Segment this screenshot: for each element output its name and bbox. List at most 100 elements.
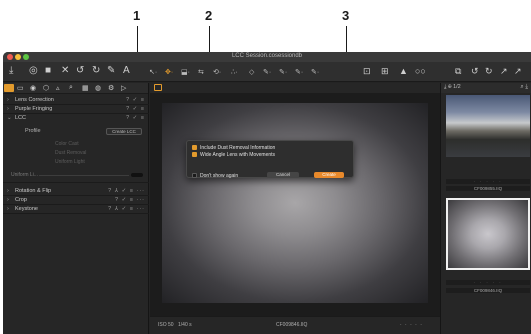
tool-lcc[interactable]: ⌄ LCC ? ✓ ≡ bbox=[3, 114, 149, 122]
cancel-button[interactable]: Cancel bbox=[267, 172, 299, 178]
tool-name: Lens Correction bbox=[15, 97, 54, 103]
thumbnail-lcc-selected[interactable] bbox=[446, 198, 530, 270]
tool-name: Keystone bbox=[15, 206, 38, 212]
include-dust-removal-checkbox[interactable]: Include Dust Removal Information bbox=[192, 145, 275, 151]
thumbnail-filename: CF009846.IIQ bbox=[446, 288, 530, 293]
copy-adjustments-icon[interactable]: ⧉ bbox=[455, 65, 461, 77]
shape-icon[interactable]: ◇ bbox=[249, 68, 254, 76]
tool-actions[interactable]: ? ⅄ ✓ ≡ ··· bbox=[108, 205, 145, 213]
proof-icon[interactable]: ○○ bbox=[415, 65, 426, 77]
callout-3-label: 3 bbox=[342, 8, 350, 23]
shutter-readout: 1/40 s bbox=[178, 322, 192, 328]
tool-tab-active[interactable] bbox=[4, 84, 14, 92]
tool-actions[interactable]: ? ✓ ≡ bbox=[126, 96, 145, 104]
text-icon[interactable]: A bbox=[123, 65, 130, 77]
keystone-icon[interactable]: ⟲· bbox=[213, 68, 221, 76]
lcc-reference-image bbox=[162, 103, 428, 303]
browser-header-icons[interactable]: ⤓ ⊕ 1/2 bbox=[444, 84, 461, 91]
tool-actions[interactable]: ? ⅄ ✓ ≡ ··· bbox=[108, 187, 145, 195]
collapse-chevron-icon: ⌄ bbox=[7, 115, 12, 121]
tool-actions[interactable]: ? ✓ ≡ bbox=[126, 105, 145, 113]
browser-search-icon[interactable]: ⌕ ⤓ bbox=[520, 84, 528, 91]
eraser-icon[interactable]: ✎· bbox=[279, 68, 287, 76]
capture-icon[interactable]: ◎ bbox=[29, 65, 38, 77]
tool-actions[interactable]: ? ✓ ≡ ··· bbox=[115, 196, 145, 204]
thumbnail-star-rating[interactable]: · · · · · bbox=[446, 179, 530, 184]
rotate-left-icon[interactable]: ↺ bbox=[76, 65, 84, 77]
divider bbox=[3, 213, 149, 214]
thumbnail-landscape[interactable] bbox=[446, 95, 530, 157]
create-button[interactable]: Create bbox=[314, 172, 344, 178]
lens-tab-icon[interactable]: ⬡ bbox=[43, 84, 49, 92]
checkbox-label: Wide Angle Lens with Movements bbox=[200, 152, 276, 158]
reset-icon[interactable]: ↺ bbox=[471, 65, 479, 77]
undo-icon[interactable]: ↻ bbox=[92, 65, 100, 77]
tool-purple-fringing[interactable]: › Purple Fringing ? ✓ ≡ bbox=[3, 105, 149, 113]
search-tab-icon[interactable]: ⌕ bbox=[69, 84, 73, 92]
iso-readout: ISO 50 bbox=[158, 322, 174, 328]
redo-icon[interactable]: ↻ bbox=[485, 65, 493, 77]
thumbnail-star-rating[interactable]: · · · · · bbox=[446, 280, 530, 285]
viewer-star-rating[interactable]: · · · · · bbox=[400, 322, 423, 328]
browser-panel: ⤓ ⊕ 1/2 ⌕ ⤓ · · · · · CF009855.IIQ · · ·… bbox=[440, 83, 531, 334]
delete-icon[interactable]: ✕ bbox=[61, 65, 69, 77]
crop-tool-icon[interactable]: ⬓· bbox=[181, 68, 190, 76]
tool-name: LCC bbox=[15, 115, 27, 121]
thumbnail-filename: CF009855.IIQ bbox=[446, 186, 530, 191]
expand-chevron-icon: › bbox=[7, 97, 9, 103]
lcc-uniform-light-option[interactable]: Uniform Light bbox=[55, 159, 85, 165]
expand-chevron-icon: › bbox=[7, 197, 9, 203]
compare-icon[interactable]: ⊡ bbox=[363, 65, 371, 77]
tool-keystone[interactable]: › Keystone ? ⅄ ✓ ≡ ··· bbox=[3, 205, 149, 213]
dont-show-again-checkbox[interactable]: Don't show again bbox=[192, 173, 238, 179]
tool-rotation-flip[interactable]: › Rotation & Flip ? ⅄ ✓ ≡ ··· bbox=[3, 187, 149, 195]
app-window: LCC Session.cosessiondb ⤓ ◎ ■ ✕ ↺ ↻ ✎ A … bbox=[3, 52, 531, 334]
checkbox-checked-icon[interactable] bbox=[192, 152, 197, 157]
export-icon[interactable]: ↗ bbox=[500, 65, 508, 77]
capture-tab-icon[interactable]: ◉ bbox=[30, 84, 36, 92]
checkbox-checked-icon[interactable] bbox=[192, 145, 197, 150]
radial-icon[interactable]: ✎· bbox=[311, 68, 319, 76]
straighten-icon[interactable]: ⇆ bbox=[198, 68, 204, 76]
exposure-tab-icon[interactable]: ▦ bbox=[82, 84, 89, 92]
uniform-light-slider[interactable] bbox=[39, 175, 129, 176]
lcc-dust-removal-option[interactable]: Dust Removal bbox=[55, 150, 86, 156]
grid-icon[interactable]: ⊞ bbox=[381, 65, 389, 77]
browser-header: ⤓ ⊕ 1/2 ⌕ ⤓ bbox=[441, 83, 531, 93]
more-tabs-icon[interactable]: ▷ bbox=[121, 84, 126, 92]
spot-removal-icon[interactable]: ∴· bbox=[231, 68, 238, 76]
browser-icon[interactable]: ■ bbox=[45, 65, 51, 77]
create-lcc-button[interactable]: Create LCC bbox=[106, 128, 142, 135]
gradient-icon[interactable]: ✎· bbox=[295, 68, 303, 76]
library-tab-icon[interactable]: ▭ bbox=[17, 84, 24, 92]
select-cursor-icon[interactable]: ↖· bbox=[149, 68, 157, 76]
viewer-header bbox=[150, 83, 440, 93]
tool-name: Rotation & Flip bbox=[15, 188, 52, 194]
tool-actions[interactable]: ? ✓ ≡ bbox=[126, 114, 145, 122]
callout-2-label: 2 bbox=[205, 8, 213, 23]
viewer-filename: CF009846.IIQ bbox=[276, 322, 308, 328]
tool-panel: ▭ ◉ ⬡ ▵ ⌕ ▦ ◍ ⚙ ▷ › Lens Correction ? ✓ … bbox=[3, 83, 149, 334]
import-icon[interactable]: ⤓ bbox=[9, 65, 13, 77]
title-bar: LCC Session.cosessiondb bbox=[3, 52, 531, 62]
checkbox-unchecked-icon[interactable] bbox=[192, 173, 197, 178]
color-tab-icon[interactable]: ◍ bbox=[95, 84, 101, 92]
brush-icon[interactable]: ✎· bbox=[263, 68, 271, 76]
lcc-color-cast-option[interactable]: Color Cast bbox=[55, 141, 79, 147]
viewer-mode-icon[interactable] bbox=[154, 84, 162, 91]
settings-tab-icon[interactable]: ⚙ bbox=[108, 84, 114, 92]
wide-angle-lens-checkbox[interactable]: Wide Angle Lens with Movements bbox=[192, 152, 275, 158]
share-icon[interactable]: ↗ bbox=[514, 65, 522, 77]
image-viewer[interactable] bbox=[150, 93, 440, 316]
create-lcc-dialog: Include Dust Removal Information Wide An… bbox=[186, 140, 354, 179]
tool-crop[interactable]: › Crop ? ✓ ≡ ··· bbox=[3, 196, 149, 204]
composition-tab-icon[interactable]: ▵ bbox=[56, 84, 60, 92]
checkbox-label: Include Dust Removal Information bbox=[200, 145, 276, 151]
pan-tool-icon[interactable]: ✥· bbox=[165, 68, 173, 76]
uniform-light-slider-label: Uniform Li... bbox=[11, 172, 38, 178]
pen-icon[interactable]: ✎ bbox=[107, 65, 115, 77]
tool-lens-correction[interactable]: › Lens Correction ? ✓ ≡ bbox=[3, 96, 149, 104]
warning-icon[interactable]: ▲ bbox=[399, 65, 408, 77]
divider bbox=[3, 182, 149, 183]
uniform-light-toggle[interactable] bbox=[131, 173, 143, 177]
